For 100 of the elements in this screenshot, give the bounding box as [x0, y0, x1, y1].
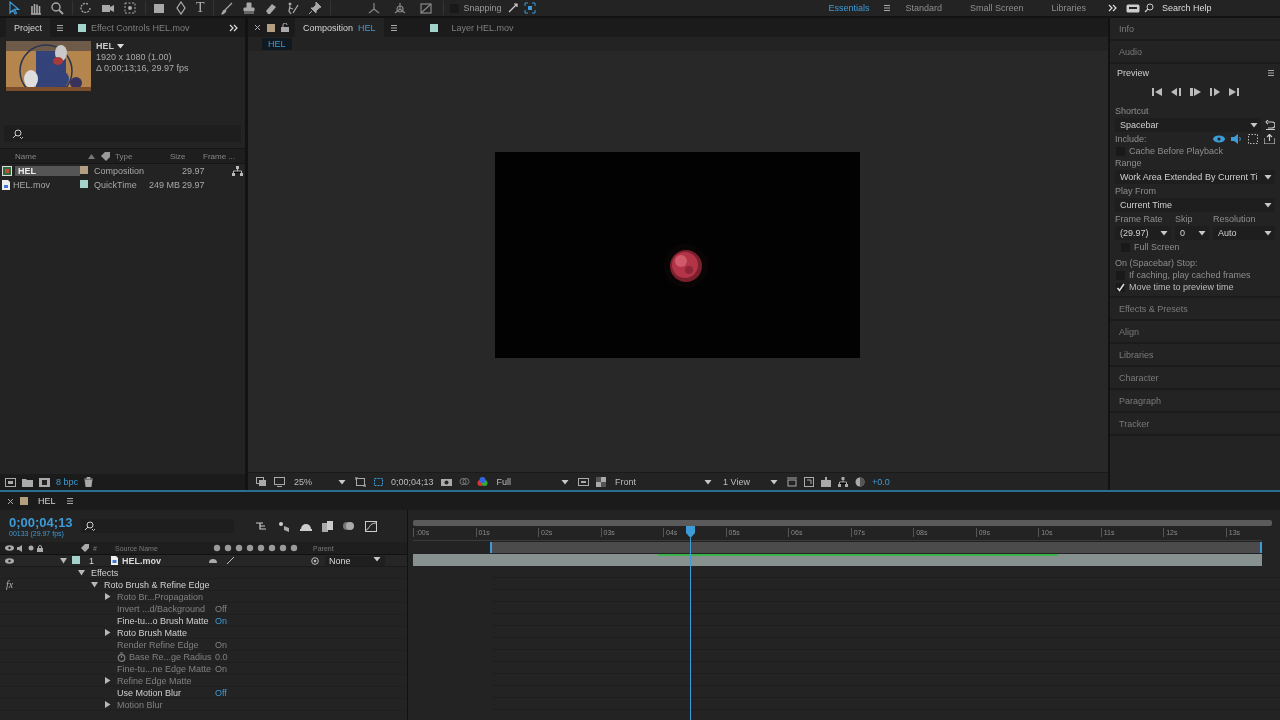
effect-switch[interactable]: fx	[6, 579, 14, 590]
collapsed-panel-tab[interactable]: Info	[1110, 18, 1280, 39]
search-field[interactable]	[80, 519, 234, 533]
dropdown-caret-icon[interactable]	[117, 43, 124, 49]
label-swatch[interactable]	[20, 497, 28, 505]
selection-arrow-icon[interactable]	[6, 1, 20, 15]
menu-icon[interactable]	[1267, 69, 1275, 77]
show-snapshot-icon[interactable]	[458, 477, 470, 486]
sort-arrow-icon[interactable]	[88, 153, 95, 159]
dropdown-caret-icon[interactable]	[1160, 230, 1168, 236]
dropdown-caret-icon[interactable]	[769, 478, 778, 485]
workspace-tab[interactable]: Small Screen	[955, 3, 1038, 13]
project-item-row[interactable]: HEL Composition 29.97	[0, 164, 232, 178]
keyboard-icon[interactable]	[1126, 3, 1140, 13]
flowchart-icon[interactable]	[837, 476, 848, 487]
label-swatch[interactable]	[429, 23, 438, 32]
snapshot-camera-icon[interactable]	[440, 477, 452, 486]
more-chevrons-icon[interactable]	[229, 23, 239, 32]
dropdown-caret-icon[interactable]	[1198, 230, 1206, 236]
workspace-tab[interactable]: Libraries	[1037, 3, 1100, 13]
draft-3d-icon[interactable]	[277, 520, 290, 532]
zoom-icon[interactable]	[50, 1, 64, 15]
camera-view-dropdown[interactable]: Front	[613, 476, 715, 487]
current-time[interactable]: 0;00;04;13	[9, 515, 73, 529]
roto-brush-icon[interactable]	[285, 1, 300, 15]
menu-icon[interactable]	[883, 4, 892, 12]
new-composition-icon[interactable]	[39, 477, 50, 487]
dropdown-caret-icon[interactable]	[1264, 174, 1272, 180]
color-channels-icon[interactable]	[476, 476, 488, 487]
viewer-tab[interactable]: Layer HEL.mov	[443, 18, 522, 37]
panel-tab[interactable]: Effect Controls HEL.mov	[70, 18, 198, 37]
mask-visibility-icon[interactable]	[373, 476, 384, 487]
overlay-icon[interactable]	[1248, 134, 1258, 144]
pin-icon[interactable]	[307, 1, 322, 15]
label-swatch[interactable]	[267, 23, 275, 32]
previous-frame-icon[interactable]	[1170, 88, 1181, 96]
snap-edges-icon[interactable]	[506, 2, 519, 14]
layer-name[interactable]: HEL.mov	[122, 555, 161, 566]
close-icon[interactable]	[254, 24, 261, 31]
column-header[interactable]: Name	[15, 151, 37, 161]
pan-behind-icon[interactable]	[123, 1, 137, 15]
close-icon[interactable]	[7, 497, 14, 505]
expanded-triangle-icon[interactable]	[60, 557, 67, 564]
project-item-row[interactable]: HEL.mov QuickTime 249 MB 29.97	[0, 178, 232, 192]
search-help-field[interactable]: Search Help	[1160, 2, 1264, 14]
current-time[interactable]: 0;00;04;13	[391, 476, 434, 487]
magnification-dropdown[interactable]: 25%	[292, 476, 348, 487]
property-value[interactable]: On	[215, 615, 227, 626]
collapsed-panel-tab[interactable]: Tracker	[1110, 413, 1280, 434]
transparency-grid-icon[interactable]	[596, 476, 607, 487]
dropdown-caret-icon[interactable]	[338, 478, 346, 485]
label-swatch[interactable]	[72, 555, 80, 564]
column-header[interactable]: Frame ...	[203, 151, 235, 161]
dropdown-caret-icon[interactable]	[1264, 202, 1272, 208]
comp-flowchart-icon[interactable]	[820, 476, 831, 487]
rotate-icon[interactable]	[79, 1, 93, 15]
shortcut-dropdown[interactable]: Spacebar	[1115, 118, 1261, 132]
play-from-dropdown[interactable]: Current Time	[1115, 198, 1275, 212]
dropdown-caret-icon[interactable]	[1250, 122, 1258, 128]
next-frame-icon[interactable]	[1209, 88, 1220, 96]
speaker-icon[interactable]	[1231, 134, 1242, 144]
composition-breadcrumb[interactable]: HEL	[262, 38, 292, 50]
dropdown-caret-icon[interactable]	[704, 478, 713, 485]
tag-icon[interactable]	[101, 151, 110, 161]
resolution-dropdown[interactable]: Full	[494, 476, 572, 487]
frame-blending-icon[interactable]	[321, 520, 333, 532]
snap-features-icon[interactable]	[523, 2, 536, 14]
region-of-interest-icon[interactable]	[256, 476, 267, 487]
column-header[interactable]: Type	[115, 151, 133, 161]
rectangle-icon[interactable]	[152, 1, 166, 15]
graph-editor-icon[interactable]	[364, 520, 377, 532]
collapsed-triangle-icon[interactable]	[104, 629, 111, 636]
search-field[interactable]	[4, 125, 241, 142]
stamp-icon[interactable]	[241, 1, 256, 15]
text-tool[interactable]: T	[196, 0, 205, 16]
local-axis-icon[interactable]	[366, 1, 381, 15]
frame-rate-dropdown[interactable]: (29.97)	[1115, 226, 1171, 240]
first-frame-icon[interactable]	[1151, 88, 1162, 96]
view-axis-icon[interactable]	[418, 1, 433, 15]
collapsed-panel-tab[interactable]: Paragraph	[1110, 390, 1280, 411]
menu-icon[interactable]	[56, 23, 64, 32]
dropdown-caret-icon[interactable]	[561, 478, 570, 485]
trash-icon[interactable]	[84, 477, 94, 487]
last-frame-icon[interactable]	[1228, 88, 1239, 96]
menu-icon[interactable]	[389, 23, 398, 32]
panel-tab[interactable]: Project	[6, 18, 50, 37]
tag-icon[interactable]	[81, 544, 89, 552]
exposure-icon[interactable]	[854, 476, 865, 487]
pixel-aspect-icon[interactable]	[786, 476, 797, 487]
timeline-tab[interactable]: HEL	[34, 491, 60, 511]
motion-blur-icon[interactable]	[342, 521, 355, 531]
checkbox[interactable]	[1116, 282, 1125, 292]
interpret-footage-icon[interactable]	[5, 477, 16, 487]
expanded-triangle-icon[interactable]	[91, 581, 98, 588]
collapsed-panel-tab[interactable]: Align	[1110, 321, 1280, 342]
fast-preview-icon[interactable]	[578, 476, 590, 487]
parent-dropdown[interactable]: None	[325, 555, 385, 566]
workspace-tab[interactable]: Essentials	[814, 3, 884, 13]
column-header[interactable]: Size	[170, 151, 186, 161]
eye-icon[interactable]	[5, 557, 14, 564]
